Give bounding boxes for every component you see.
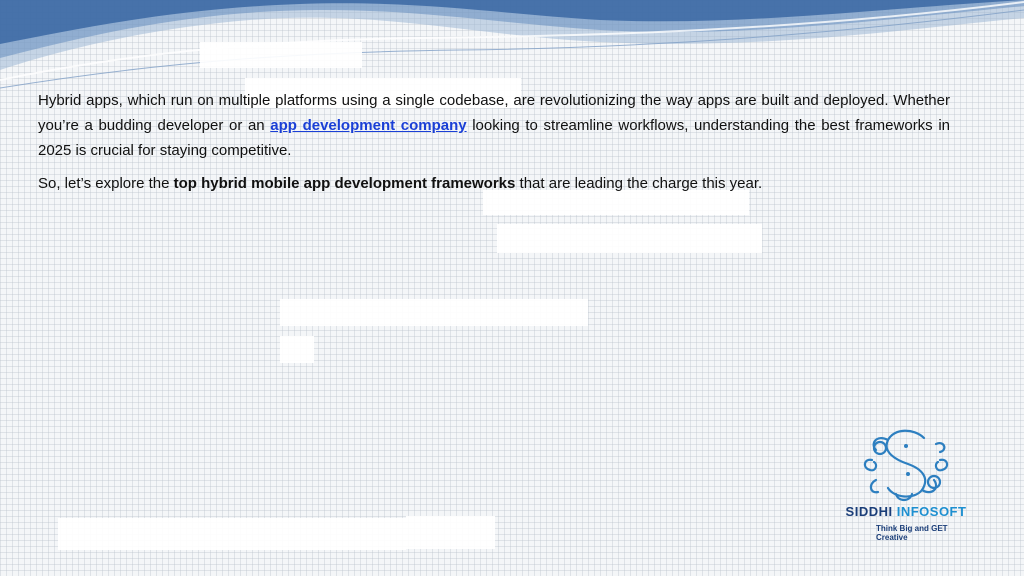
body-text: Hybrid apps, which run on multiple platf…	[38, 88, 950, 196]
intro-paragraph: Hybrid apps, which run on multiple platf…	[38, 88, 950, 163]
placeholder-box	[58, 518, 406, 550]
siddhi-infosoft-logo-icon	[863, 429, 949, 502]
logo-name-part2: INFOSOFT	[896, 504, 967, 519]
logo-tagline: Think Big and GET Creative	[876, 524, 948, 542]
placeholder-box	[280, 299, 588, 326]
placeholder-box	[200, 42, 362, 68]
frameworks-highlight: top hybrid mobile app development framew…	[173, 175, 516, 192]
explore-paragraph: So, let’s explore the top hybrid mobile …	[38, 171, 950, 196]
explore-text-start: So, let’s explore the	[38, 175, 174, 192]
placeholder-box	[280, 336, 314, 363]
explore-text-end: that are leading the charge this year.	[515, 175, 763, 192]
logo-name-part1: SIDDHI	[845, 504, 897, 519]
placeholder-box	[406, 516, 495, 549]
placeholder-box	[497, 224, 762, 253]
logo-company-name: SIDDHI INFOSOFT	[836, 504, 976, 519]
app-development-company-link[interactable]: app development company	[270, 117, 466, 134]
